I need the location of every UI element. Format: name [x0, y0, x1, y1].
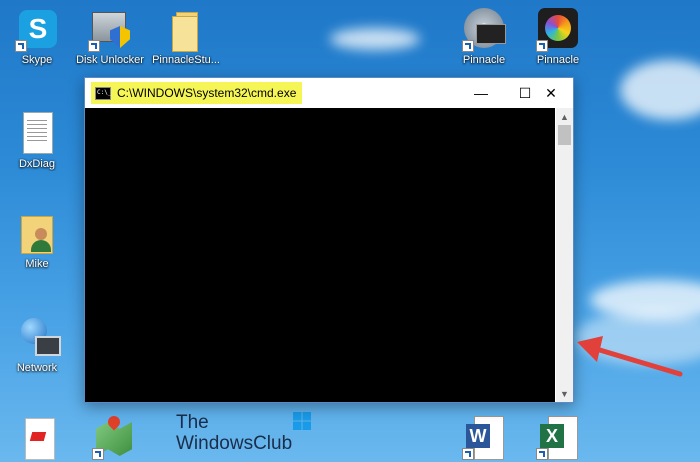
vertical-scrollbar[interactable]: ▲ ▼ — [556, 108, 573, 402]
desktop-icon-label: Skype — [21, 54, 53, 66]
desktop-icon-label: DxDiag — [18, 158, 56, 170]
desktop-icon-label: PinnacleStu... — [152, 54, 220, 66]
scroll-down-button[interactable]: ▼ — [556, 385, 573, 402]
title-bar[interactable]: C:\WINDOWS\system32\cmd.exe — ☐ ✕ — [85, 78, 573, 108]
excel-icon: X — [536, 416, 580, 460]
close-icon: ✕ — [545, 84, 557, 101]
folder-icon — [164, 8, 208, 52]
desktop-icon-pdf[interactable] — [0, 416, 75, 462]
document-icon — [15, 112, 59, 156]
word-icon: W — [462, 416, 506, 460]
cloud — [330, 28, 420, 50]
pdf-icon — [15, 416, 59, 460]
minimize-button[interactable]: — — [459, 78, 503, 108]
skype-icon: S — [15, 8, 59, 52]
disk-unlocker-icon — [88, 8, 132, 52]
title-highlight: C:\WINDOWS\system32\cmd.exe — [91, 82, 303, 104]
windows-logo-icon — [293, 412, 311, 430]
desktop-icon-word[interactable]: W — [446, 416, 522, 462]
desktop-icon-label: Pinnacle — [536, 54, 580, 66]
maps-icon — [92, 413, 136, 460]
annotation-arrow-icon — [577, 336, 683, 377]
desktop-icon-network[interactable]: Network — [0, 316, 75, 375]
scrollbar-thumb[interactable] — [558, 125, 571, 145]
console-area[interactable] — [85, 108, 555, 402]
close-button[interactable]: ✕ — [529, 78, 573, 108]
desktop-icon-pinnacle-dvd[interactable]: Pinnacle — [446, 8, 522, 67]
scroll-up-button[interactable]: ▲ — [556, 108, 573, 125]
desktop-icon-maps[interactable] — [76, 413, 152, 462]
desktop-icon-excel[interactable]: X — [520, 416, 596, 462]
cmd-app-icon[interactable] — [95, 86, 111, 100]
user-folder-icon — [15, 212, 59, 256]
desktop-icon-label: Disk Unlocker — [76, 54, 144, 66]
desktop-icon-mike[interactable]: Mike — [0, 212, 75, 271]
desktop-icon-dxdiag[interactable]: DxDiag — [0, 112, 75, 171]
pinnacle-dvd-icon — [462, 8, 506, 52]
window-title: C:\WINDOWS\system32\cmd.exe — [117, 86, 297, 100]
desktop-icon-disk-unlocker[interactable]: Disk Unlocker — [72, 8, 148, 67]
cloud — [620, 60, 700, 120]
watermark-text: The WindowsClub — [176, 412, 293, 454]
desktop-icon-skype[interactable]: S Skype — [0, 8, 75, 67]
desktop-icon-pinnacle-studio[interactable]: Pinnacle — [520, 8, 596, 67]
pinnacle-studio-icon — [536, 8, 580, 52]
desktop-icon-label: Network — [16, 362, 58, 374]
desktop-icon-pinnaclestudio-folder[interactable]: PinnacleStu... — [148, 8, 224, 67]
cmd-window[interactable]: C:\WINDOWS\system32\cmd.exe — ☐ ✕ ▲ ▼ — [84, 77, 574, 403]
desktop-icon-label: Mike — [25, 258, 49, 270]
network-icon — [15, 316, 61, 360]
minimize-icon: — — [474, 85, 488, 101]
desktop-icon-label: Pinnacle — [462, 54, 506, 66]
